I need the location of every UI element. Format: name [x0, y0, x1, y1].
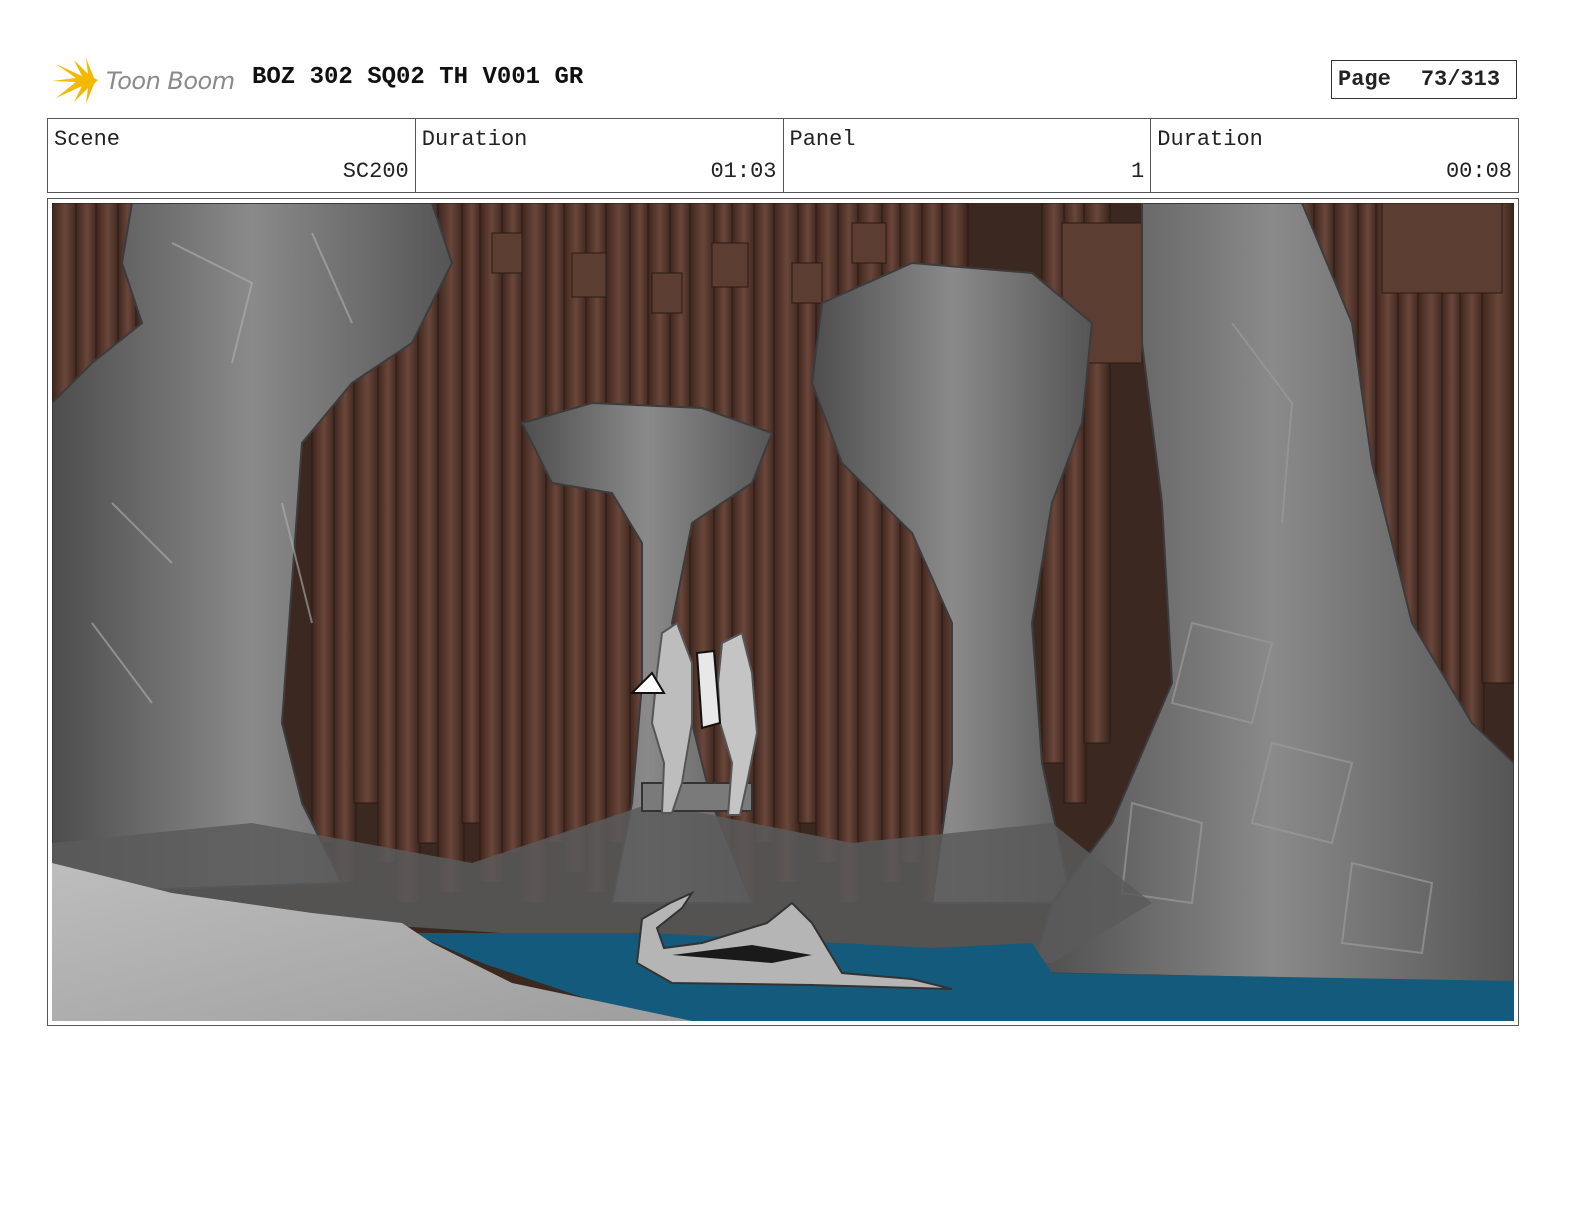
cave-scene-illustration [52, 203, 1514, 1021]
page-indicator: Page 73/313 [1331, 60, 1517, 99]
scene-value: SC200 [342, 159, 409, 184]
info-table: Scene SC200 Duration 01:03 Panel 1 Durat… [47, 118, 1519, 193]
panel-duration-cell: Duration 00:08 [1151, 119, 1518, 192]
scene-label: Scene [54, 127, 121, 152]
page-label: Page [1338, 67, 1391, 92]
scene-duration-value: 01:03 [710, 159, 777, 184]
scene-cell: Scene SC200 [48, 119, 416, 192]
storyboard-panel-frame [47, 198, 1519, 1026]
logo-text: Toon Boom [106, 67, 235, 95]
panel-label: Panel [789, 127, 856, 152]
project-title: BOZ 302 SQ02 TH V001 GR [252, 64, 584, 91]
panel-duration-label: Duration [1157, 127, 1263, 152]
panel-value: 1 [1131, 159, 1145, 184]
toon-boom-logo: Toon Boom [52, 56, 238, 106]
storyboard-panel-image [52, 203, 1514, 1021]
panel-cell: Panel 1 [784, 119, 1152, 192]
page-number: 73/313 [1420, 67, 1501, 92]
panel-duration-value: 00:08 [1445, 159, 1512, 184]
scene-duration-cell: Duration 01:03 [416, 119, 784, 192]
scene-duration-label: Duration [421, 127, 528, 152]
toon-boom-burst-icon [52, 58, 98, 104]
